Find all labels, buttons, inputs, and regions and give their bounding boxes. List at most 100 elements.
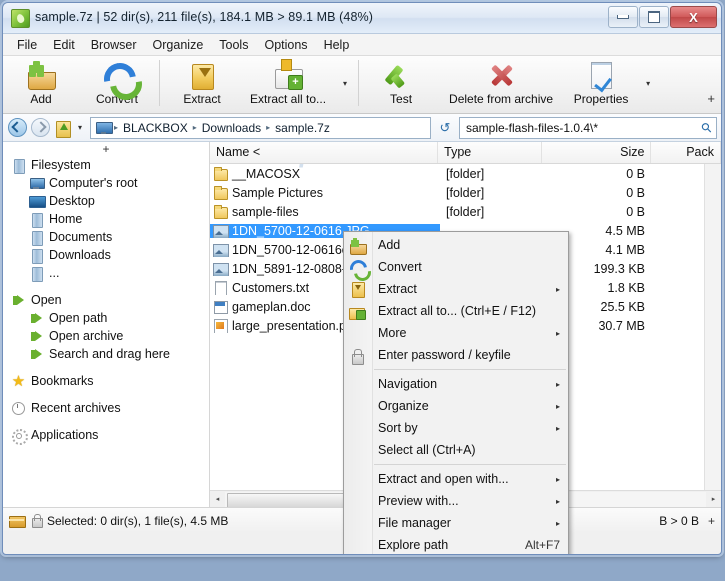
- toolbar-test-button[interactable]: Test: [363, 56, 439, 113]
- file-name-cell: __MACOSX: [210, 167, 440, 181]
- menu-organize[interactable]: Organize: [145, 36, 212, 54]
- breadcrumb-item-blackbox[interactable]: BLACKBOX: [121, 120, 190, 136]
- column-header-type[interactable]: Type: [438, 142, 542, 163]
- sidebar-gap: [3, 282, 209, 291]
- up-folder-icon[interactable]: [53, 118, 73, 138]
- address-bar: ▾ ▸ BLACKBOX ▸ Downloads ▸ sample.7z ↺ ⚲: [3, 114, 721, 142]
- context-menu-item-more[interactable]: More ▸: [344, 322, 568, 344]
- sidebar-gap: [3, 363, 209, 372]
- sidebar-item-home[interactable]: Home: [3, 210, 209, 228]
- toolbar-convert-button[interactable]: Convert: [79, 56, 155, 113]
- toolbar-properties-button[interactable]: Properties: [563, 56, 639, 113]
- submenu-arrow-icon: ▸: [556, 329, 560, 338]
- file-list-vertical-scrollbar[interactable]: [704, 163, 721, 491]
- search-box[interactable]: ⚲: [459, 117, 717, 139]
- image-icon: [213, 224, 227, 238]
- refresh-icon[interactable]: ↺: [434, 118, 456, 138]
- context-menu-item-label: Extract all to... (Ctrl+E / F12): [378, 304, 560, 318]
- context-menu-item-explore-path[interactable]: Explore path Alt+F7: [344, 534, 568, 555]
- desktop-icon: [29, 194, 44, 209]
- breadcrumb-item-archive[interactable]: sample.7z: [273, 120, 332, 136]
- close-button[interactable]: X: [670, 6, 717, 28]
- toolbar-test-label: Test: [390, 92, 412, 106]
- sidebar-item-label: Downloads: [49, 248, 111, 262]
- sidebar-item-search-and-drag[interactable]: Search and drag here: [3, 345, 209, 363]
- sidebar-item-filesystem[interactable]: Filesystem: [3, 156, 209, 174]
- context-menu-item-sort-by[interactable]: Sort by ▸: [344, 417, 568, 439]
- breadcrumb[interactable]: ▸ BLACKBOX ▸ Downloads ▸ sample.7z: [90, 117, 431, 139]
- sidebar-item-open[interactable]: Open: [3, 291, 209, 309]
- archive-box-icon: [9, 514, 25, 527]
- sidebar-item-computers-root[interactable]: Computer's root: [3, 174, 209, 192]
- forward-arrow-icon[interactable]: [30, 118, 50, 138]
- sidebar-item-bookmarks[interactable]: ★ Bookmarks: [3, 372, 209, 390]
- submenu-arrow-icon: ▸: [556, 519, 560, 528]
- sidebar-item-applications[interactable]: Applications: [3, 426, 209, 444]
- chevron-down-icon[interactable]: ▾: [76, 123, 87, 132]
- context-menu-item-add[interactable]: Add: [344, 234, 568, 256]
- table-row[interactable]: __MACOSX [folder] 0 B: [210, 164, 721, 183]
- toolbar-extract-label: Extract: [183, 92, 220, 106]
- menu-edit[interactable]: Edit: [45, 36, 83, 54]
- table-row[interactable]: sample-files [folder] 0 B: [210, 202, 721, 221]
- file-name-cell: Sample Pictures: [210, 186, 440, 200]
- sidebar-item-more[interactable]: ...: [3, 264, 209, 282]
- context-menu-item-select-all[interactable]: Select all (Ctrl+A): [344, 439, 568, 461]
- submenu-arrow-icon: ▸: [556, 285, 560, 294]
- toolbar-add-button[interactable]: Add: [3, 56, 79, 113]
- sidebar-item-desktop[interactable]: Desktop: [3, 192, 209, 210]
- menu-options[interactable]: Options: [256, 36, 315, 54]
- search-input[interactable]: [464, 120, 702, 136]
- menu-tools[interactable]: Tools: [211, 36, 256, 54]
- context-menu-separator: [374, 464, 566, 465]
- status-plus-button[interactable]: +: [708, 514, 715, 528]
- toolbar-plus-button[interactable]: +: [707, 91, 715, 106]
- column-header-size[interactable]: Size: [542, 142, 651, 163]
- toolbar-extract-all-button[interactable]: + Extract all to...: [240, 56, 336, 113]
- toolbar-properties-label: Properties: [574, 92, 629, 106]
- sidebar-item-open-archive[interactable]: Open archive: [3, 327, 209, 345]
- toolbar-extract-dropdown[interactable]: ▾: [336, 56, 354, 110]
- folder-icon: [213, 205, 227, 219]
- file-type-cell: [folder]: [440, 205, 545, 219]
- sidebar-item-label: Filesystem: [31, 158, 91, 172]
- toolbar-overflow-dropdown[interactable]: ▾: [639, 56, 657, 110]
- column-header-packed[interactable]: Pack: [651, 142, 721, 163]
- menu-help[interactable]: Help: [316, 36, 358, 54]
- sidebar-item-recent-archives[interactable]: Recent archives: [3, 399, 209, 417]
- context-menu-item-organize[interactable]: Organize ▸: [344, 395, 568, 417]
- file-name-label: sample-files: [232, 205, 299, 219]
- submenu-arrow-icon: ▸: [556, 497, 560, 506]
- column-header-name[interactable]: Name <: [210, 142, 438, 163]
- context-menu-item-extract[interactable]: Extract ▸: [344, 278, 568, 300]
- scroll-right-icon[interactable]: ▸: [706, 492, 721, 507]
- sidebar-item-open-path[interactable]: Open path: [3, 309, 209, 327]
- context-menu-item-label: More: [378, 326, 556, 340]
- toolbar-extract-button[interactable]: Extract: [164, 56, 240, 113]
- menu-file[interactable]: File: [9, 36, 45, 54]
- scroll-left-icon[interactable]: ◂: [210, 492, 225, 507]
- file-list-header: Name < Type Size Pack: [210, 142, 721, 164]
- context-menu-item-convert[interactable]: Convert: [344, 256, 568, 278]
- context-menu-item-enter-password[interactable]: Enter password / keyfile: [344, 344, 568, 366]
- maximize-button[interactable]: [639, 6, 669, 28]
- toolbar-delete-button[interactable]: Delete from archive: [439, 56, 563, 113]
- sidebar-plus-button[interactable]: +: [3, 142, 209, 156]
- context-menu-item-preview-with[interactable]: Preview with... ▸: [344, 490, 568, 512]
- minimize-button[interactable]: [608, 6, 638, 28]
- sidebar-item-documents[interactable]: Documents: [3, 228, 209, 246]
- back-arrow-icon[interactable]: [7, 118, 27, 138]
- clock-icon: [11, 401, 26, 416]
- menu-browser[interactable]: Browser: [83, 36, 145, 54]
- context-menu-item-navigation[interactable]: Navigation ▸: [344, 373, 568, 395]
- context-menu-item-extract-and-open-with[interactable]: Extract and open with... ▸: [344, 468, 568, 490]
- context-menu-item-file-manager[interactable]: File manager ▸: [344, 512, 568, 534]
- context-menu-item-label: Select all (Ctrl+A): [378, 443, 560, 457]
- context-menu-item-extract-all[interactable]: Extract all to... (Ctrl+E / F12): [344, 300, 568, 322]
- table-row[interactable]: Sample Pictures [folder] 0 B: [210, 183, 721, 202]
- green-arrow-icon: [29, 347, 44, 362]
- ppt-icon: [213, 319, 227, 333]
- breadcrumb-separator-2: ▸: [266, 123, 270, 132]
- breadcrumb-item-downloads[interactable]: Downloads: [200, 120, 263, 136]
- sidebar-item-downloads[interactable]: Downloads: [3, 246, 209, 264]
